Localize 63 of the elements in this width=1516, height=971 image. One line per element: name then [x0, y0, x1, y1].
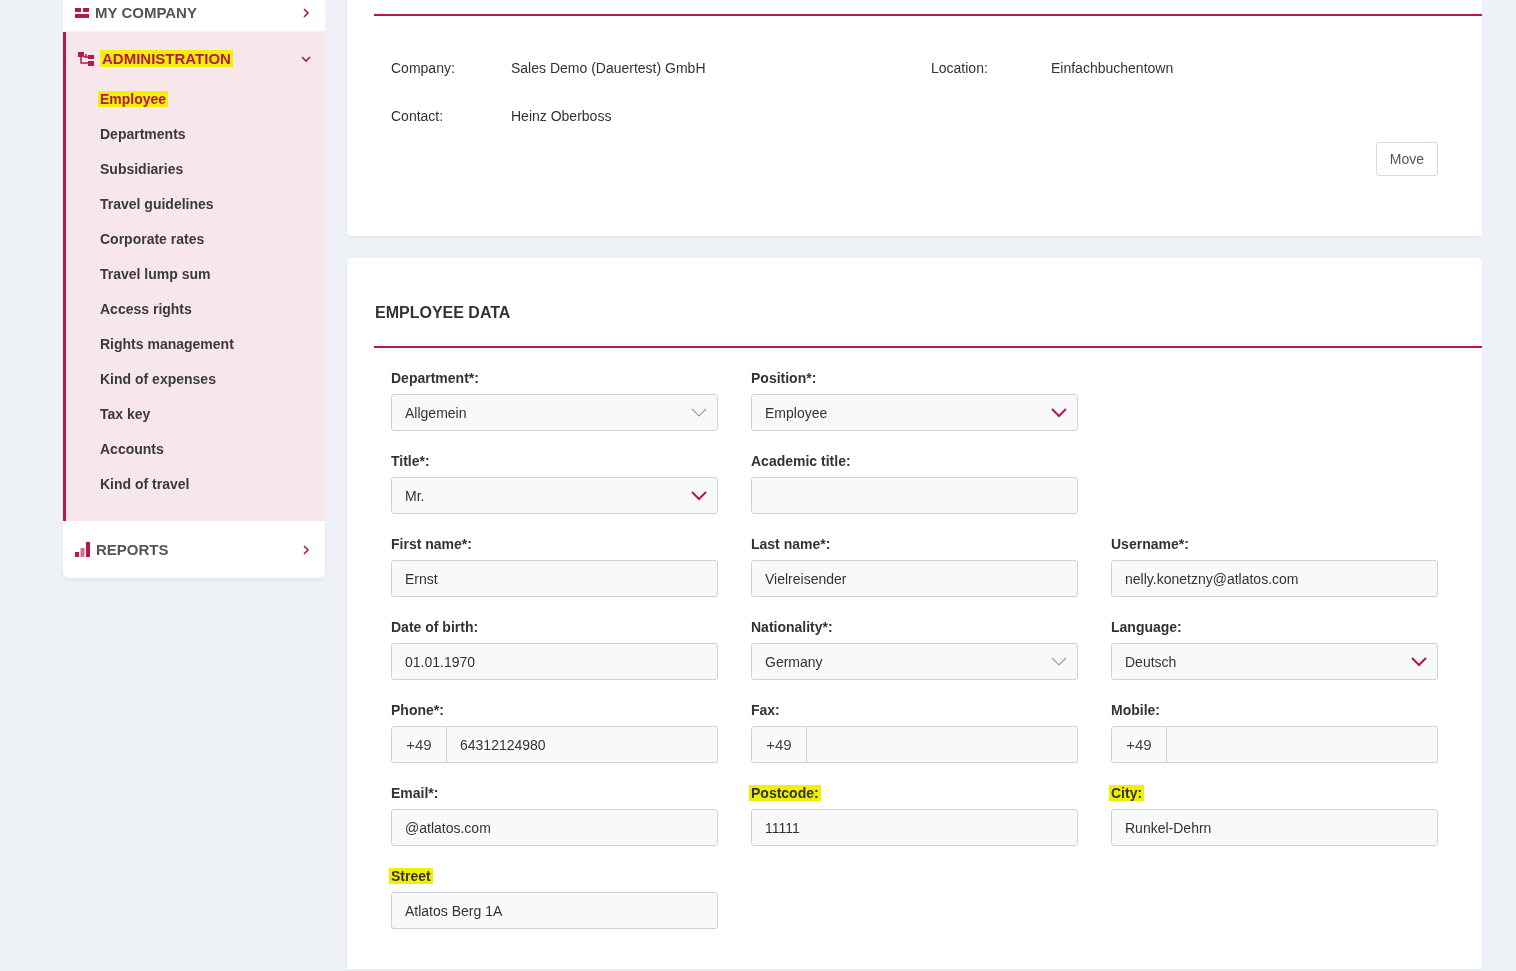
field-label: Fax: [750, 702, 781, 718]
input-field[interactable]: Runkel-Dehrn [1111, 809, 1438, 846]
chevron-right-icon [301, 7, 311, 18]
phone-number-field[interactable] [807, 726, 1078, 763]
sidebar-item[interactable]: Subsidiaries [66, 151, 325, 186]
input-field[interactable]: Atlatos Berg 1A [391, 892, 718, 929]
field-label: Phone*: [390, 702, 445, 718]
dropdown[interactable]: Mr. [391, 477, 718, 514]
phone-number-field[interactable] [1167, 726, 1438, 763]
sidebar-item[interactable]: Tax key [66, 396, 325, 431]
hierarchy-icon [78, 51, 94, 66]
section-title: EMPLOYEE DATA [375, 304, 512, 322]
field-label: Date of birth: [390, 619, 480, 635]
phone-number-field[interactable]: 64312124980 [447, 726, 718, 763]
sidebar-item[interactable]: Employee [66, 81, 325, 116]
chevron-right-icon [301, 544, 311, 555]
dropdown[interactable]: Employee [751, 394, 1078, 431]
field-label: Nationality*: [750, 619, 834, 635]
field-label: Street [389, 868, 433, 884]
country-code-prefix: +49 [391, 726, 447, 763]
sidebar-item[interactable]: Departments [66, 116, 325, 151]
field-label: Department*: [390, 370, 480, 386]
input-field[interactable]: nelly.konetzny@atlatos.com [1111, 560, 1438, 597]
field-label: Position*: [750, 370, 818, 386]
sidebar-section-header[interactable]: MY COMPANY [63, 4, 325, 21]
input-field[interactable]: @atlatos.com [391, 809, 718, 846]
field-label: Title*: [390, 453, 431, 469]
country-code-prefix: +49 [751, 726, 807, 763]
sidebar-item[interactable]: Access rights [66, 291, 325, 326]
field-label: Username*: [1110, 536, 1190, 552]
sidebar-item[interactable]: Kind of travel [66, 466, 325, 501]
sidebar-item[interactable]: Travel lump sum [66, 256, 325, 291]
field-label: Language: [1110, 619, 1183, 635]
input-field[interactable]: 01.01.1970 [391, 643, 718, 680]
sidebar-item[interactable]: Travel guidelines [66, 186, 325, 221]
field-label: First name*: [390, 536, 473, 552]
input-field[interactable]: Vielreisender [751, 560, 1078, 597]
field-label: City: [1109, 785, 1145, 801]
info-value: Einfachbuchentown [1051, 60, 1175, 76]
input-field[interactable] [751, 477, 1078, 514]
sidebar-item[interactable]: Accounts [66, 431, 325, 466]
sidebar-item[interactable]: Kind of expenses [66, 361, 325, 396]
info-value: Heinz Oberboss [511, 108, 613, 124]
info-label: Location: [931, 60, 989, 76]
info-label: Company: [391, 60, 456, 76]
org-chart-icon [75, 7, 89, 18]
sidebar-item[interactable]: Corporate rates [66, 221, 325, 256]
field-label: Last name*: [750, 536, 832, 552]
field-label: Postcode: [749, 785, 821, 801]
field-label: Email*: [390, 785, 440, 801]
field-label: Mobile: [1110, 702, 1161, 718]
sidebar-item[interactable]: Rights management [66, 326, 325, 361]
input-field[interactable]: 11111 [751, 809, 1078, 846]
bar-chart-icon [75, 542, 90, 557]
field-label: Academic title: [750, 453, 852, 469]
dropdown[interactable]: Deutsch [1111, 643, 1438, 680]
info-value: Sales Demo (Dauertest) GmbH [511, 60, 707, 76]
move-button[interactable]: Move [1375, 142, 1438, 176]
country-code-prefix: +49 [1111, 726, 1167, 763]
info-label: Contact: [391, 108, 445, 124]
input-field[interactable]: Ernst [391, 560, 718, 597]
chevron-down-icon [301, 53, 311, 64]
sidebar-section-header[interactable]: REPORTS [63, 541, 325, 558]
